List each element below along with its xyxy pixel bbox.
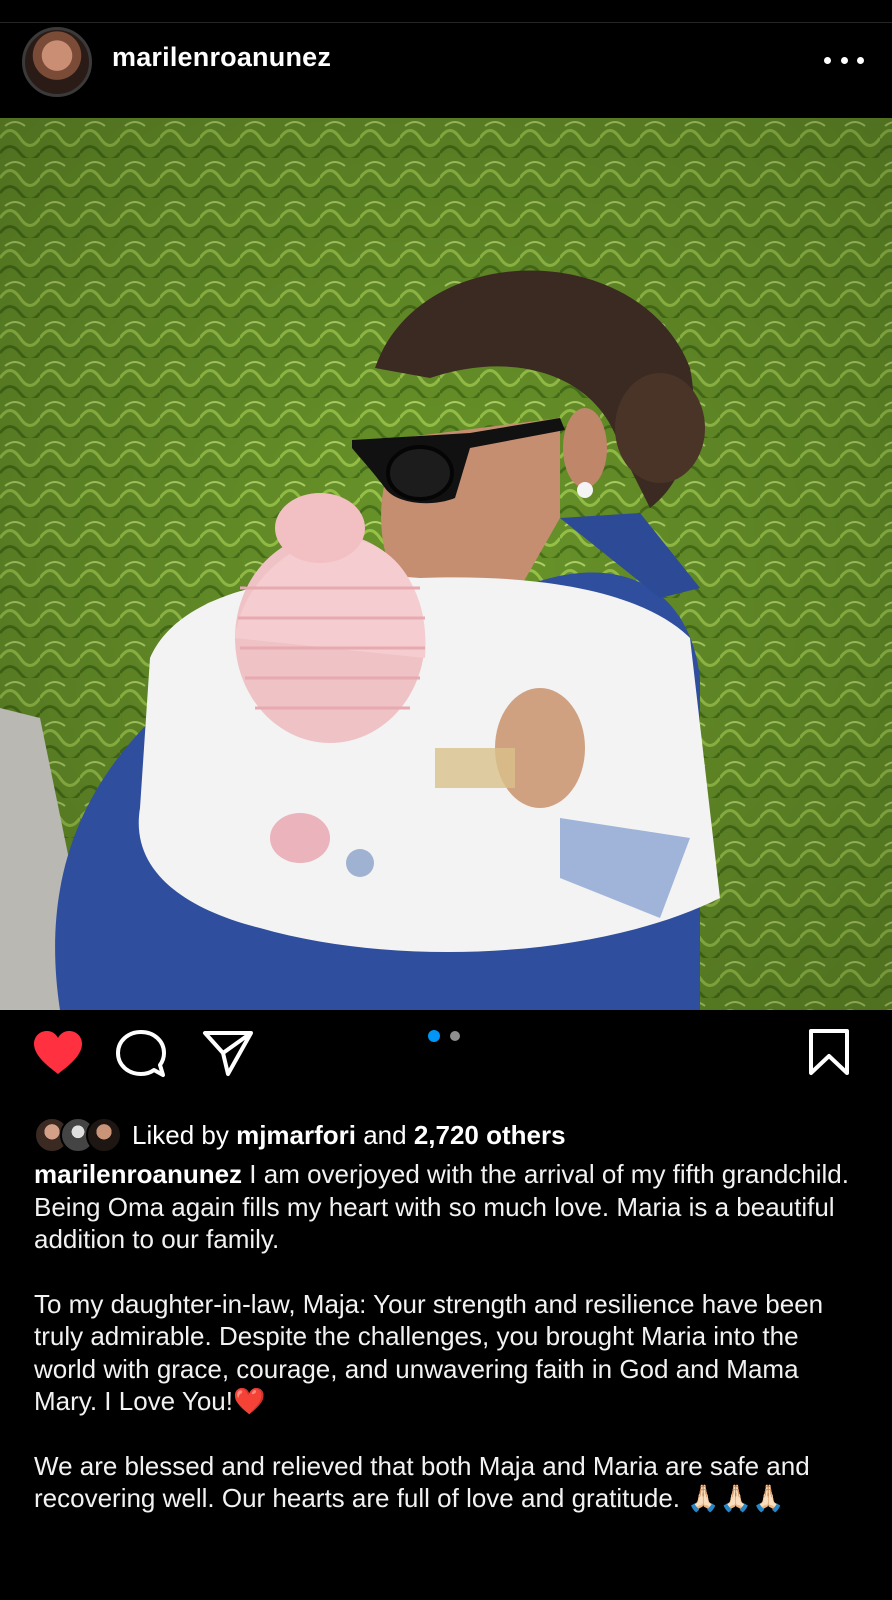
caption-paragraph: To my daughter-in-law, Maja: Your streng… xyxy=(34,1288,824,1417)
likes-summary[interactable]: Liked by mjmarfori and 2,720 others xyxy=(34,1117,566,1153)
more-options-button[interactable] xyxy=(824,45,864,75)
carousel-dot-active xyxy=(428,1030,440,1042)
post-photo[interactable] xyxy=(0,118,892,1010)
carousel-dot xyxy=(450,1031,460,1041)
caption-paragraph: We are blessed and relieved that both Ma… xyxy=(34,1450,810,1514)
likes-others-count[interactable]: 2,720 others xyxy=(414,1120,566,1150)
likes-joiner: and xyxy=(356,1119,414,1150)
top-divider xyxy=(0,22,892,23)
liker-avatar xyxy=(86,1117,122,1153)
liker-username[interactable]: mjmarfori xyxy=(236,1120,356,1150)
comment-icon[interactable] xyxy=(116,1029,166,1079)
caption-username[interactable]: marilenroanunez xyxy=(34,1159,242,1189)
heart-filled-icon[interactable] xyxy=(32,1030,84,1076)
bookmark-icon[interactable] xyxy=(808,1028,850,1076)
likes-prefix: Liked by xyxy=(132,1119,237,1150)
more-dot xyxy=(840,56,848,64)
send-icon[interactable] xyxy=(202,1029,254,1077)
author-username[interactable]: marilenroanunez xyxy=(112,42,331,73)
more-dot xyxy=(824,56,831,64)
photo-illustration xyxy=(0,118,892,1010)
author-avatar[interactable] xyxy=(22,27,92,97)
likes-text: Liked by mjmarfori and 2,720 others xyxy=(132,1120,566,1151)
post-caption: marilenroanunez I am overjoyed with the … xyxy=(34,1158,864,1547)
caption-paragraph: marilenroanunez I am overjoyed with the … xyxy=(34,1158,864,1256)
more-dot xyxy=(857,56,864,64)
post-action-bar xyxy=(0,1010,892,1110)
